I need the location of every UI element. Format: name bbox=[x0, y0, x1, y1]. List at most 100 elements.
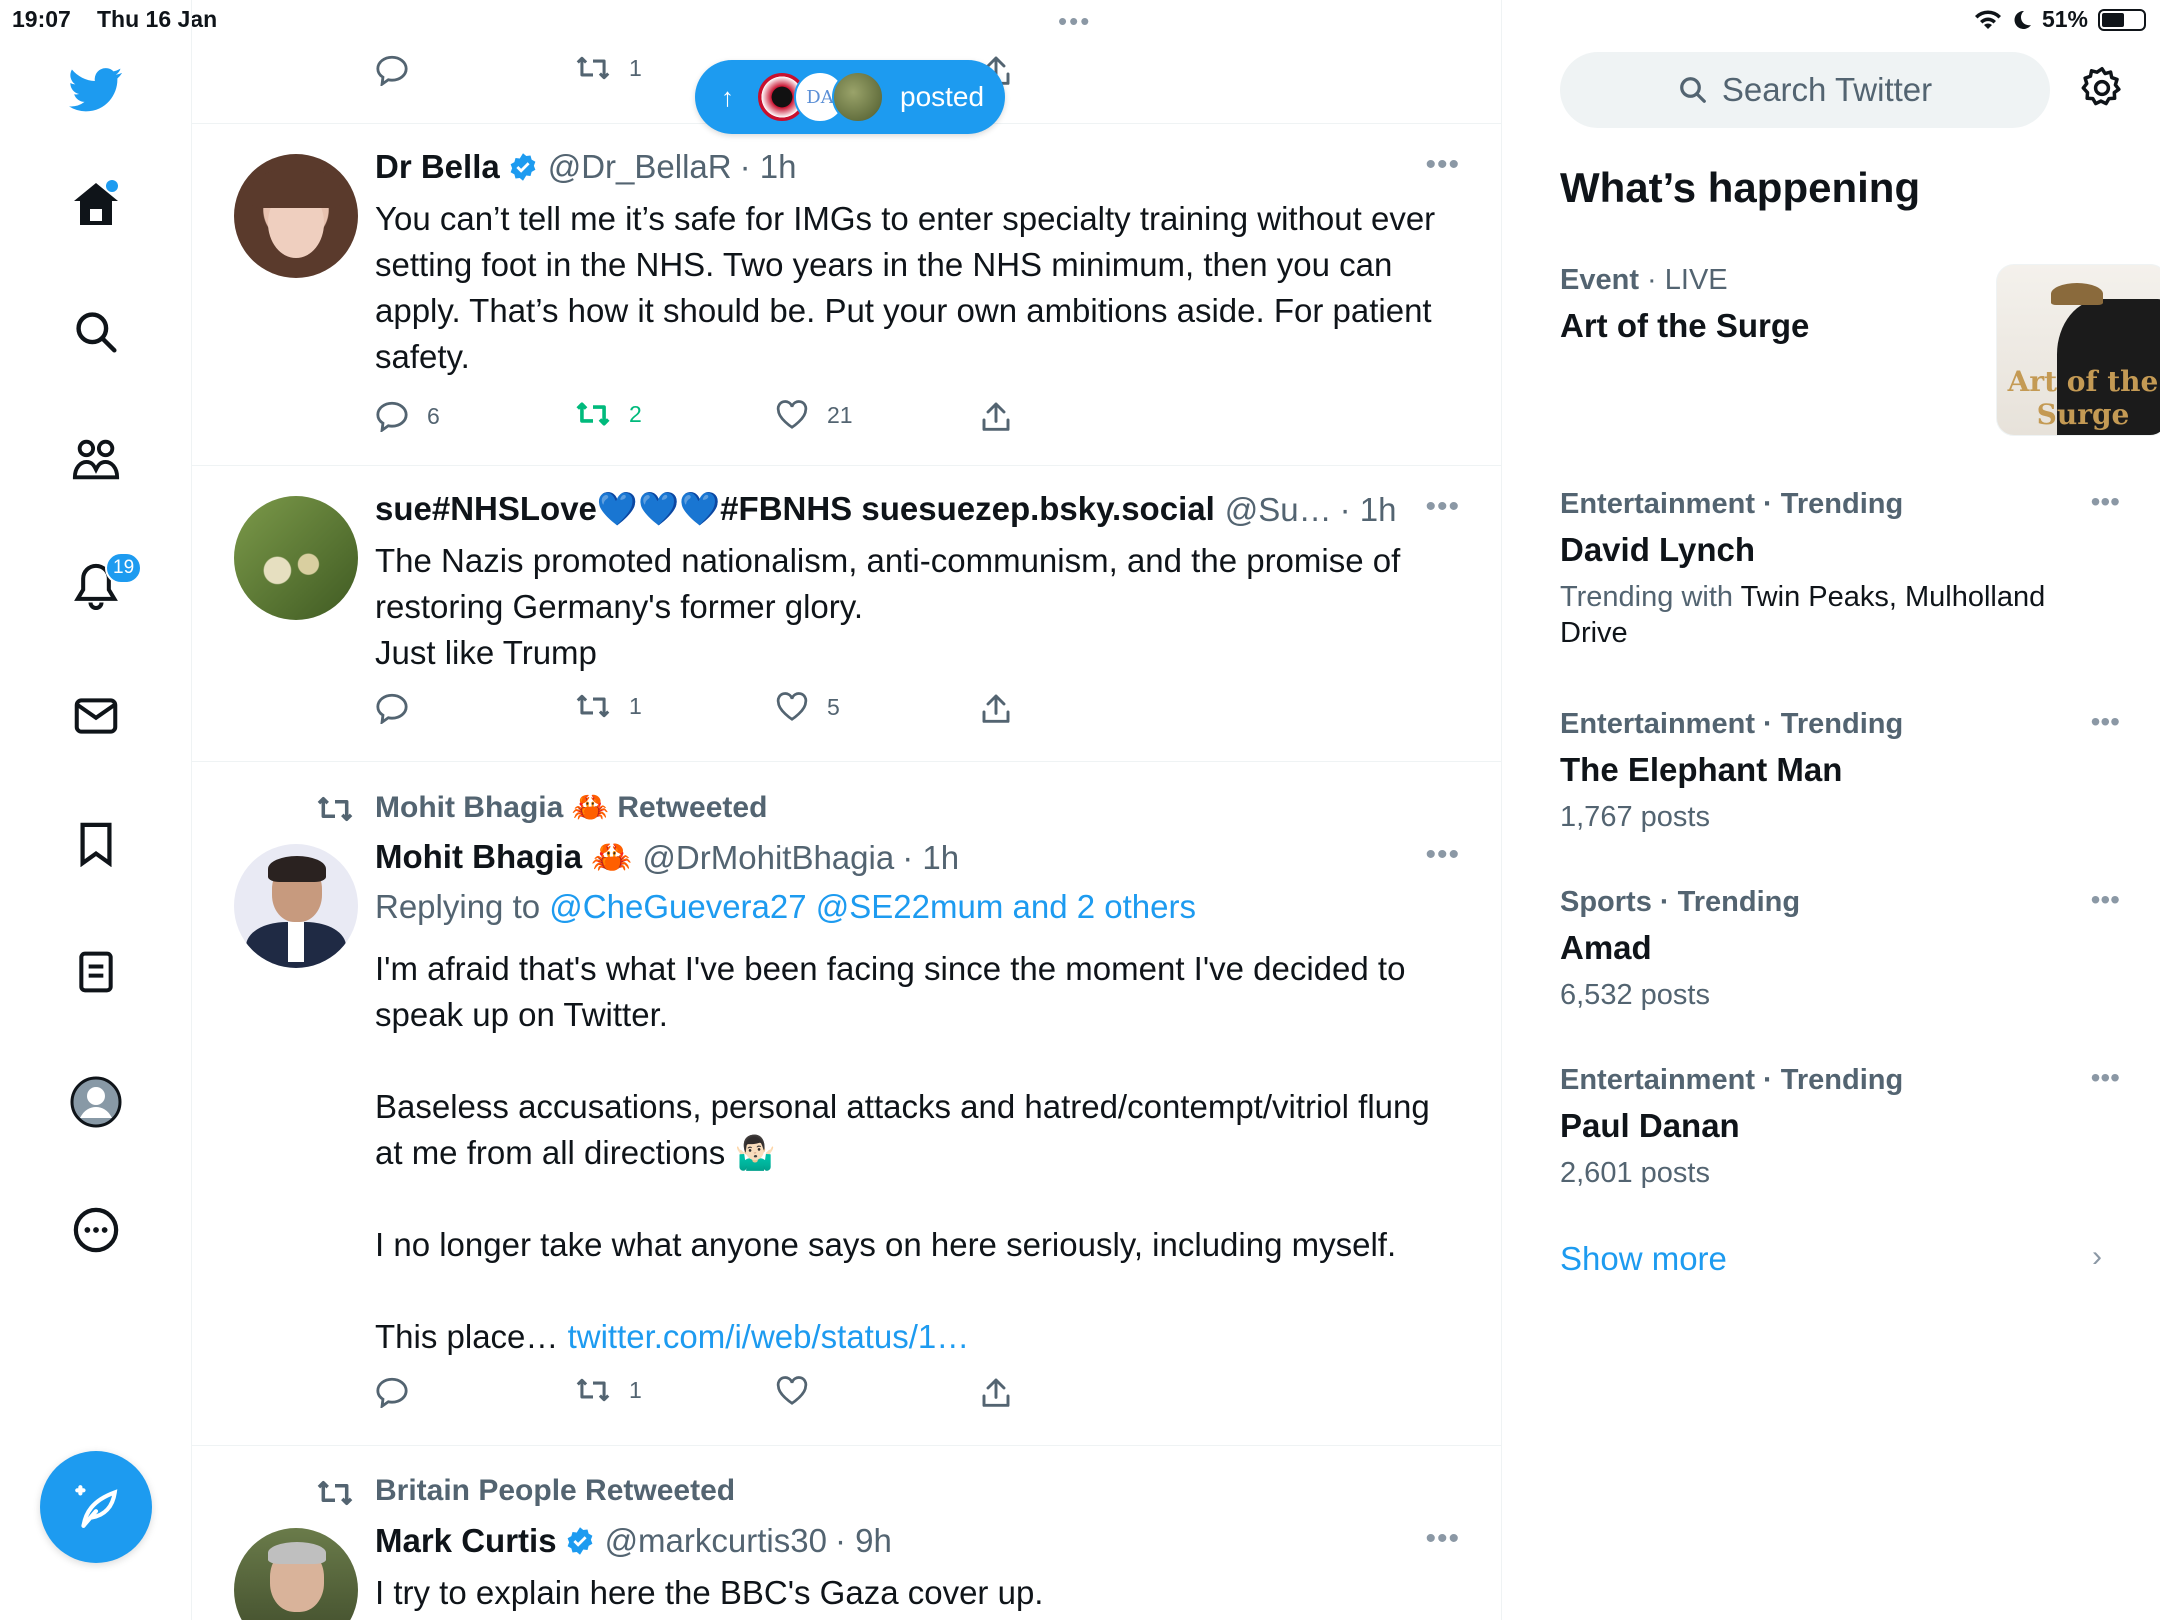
avatar[interactable] bbox=[234, 154, 358, 278]
tweet-header: Mark Curtis @markcurtis30 · 9h bbox=[375, 1522, 892, 1560]
nav-communities[interactable] bbox=[60, 424, 132, 496]
event-image[interactable]: Art of the Surge bbox=[1996, 264, 2160, 436]
like-button[interactable]: 21 bbox=[775, 400, 853, 430]
nav-more[interactable] bbox=[60, 1194, 132, 1266]
more-options-icon[interactable]: ••• bbox=[1425, 490, 1460, 524]
mail-icon bbox=[74, 698, 118, 734]
share-button[interactable] bbox=[981, 400, 1011, 432]
author-handle[interactable]: @markcurtis30 bbox=[605, 1522, 827, 1560]
nav-profile[interactable] bbox=[60, 1066, 132, 1138]
tweet-time[interactable]: · 1h bbox=[740, 148, 797, 186]
reply-button[interactable] bbox=[375, 1376, 409, 1408]
trend-meta: Entertainment · Trending bbox=[1560, 1064, 1904, 1096]
author-handle[interactable]: @Dr_BellaR bbox=[548, 148, 732, 186]
arrow-up-icon: ↑ bbox=[721, 81, 734, 112]
nav-explore[interactable] bbox=[60, 296, 132, 368]
author-handle[interactable]: @DrMohitBhagia bbox=[642, 839, 894, 877]
reply-button[interactable] bbox=[375, 692, 409, 724]
retweet-button[interactable]: 1 bbox=[575, 54, 642, 82]
trend-item[interactable]: Entertainment · Trending ••• The Elephan… bbox=[1560, 706, 2120, 835]
retweet-button[interactable]: 1 bbox=[575, 1376, 642, 1404]
trending-with-prefix: Trending with bbox=[1560, 581, 1734, 613]
tweet-paragraph: Baseless accusations, personal attacks a… bbox=[375, 1088, 1430, 1171]
avatar[interactable] bbox=[234, 496, 358, 620]
bookmark-icon bbox=[80, 822, 112, 867]
more-options-icon[interactable]: ••• bbox=[1425, 148, 1460, 182]
nav-messages[interactable] bbox=[60, 680, 132, 752]
trend-item[interactable]: Sports · Trending ••• Amad 6,532 posts bbox=[1560, 884, 2120, 1013]
trend-meta: Entertainment · Trending bbox=[1560, 488, 1904, 520]
search-icon bbox=[1679, 77, 1706, 103]
retweet-button[interactable]: 1 bbox=[575, 692, 642, 720]
new-posts-pill[interactable]: ↑ DA posted bbox=[695, 60, 1005, 134]
tweet-paragraph-last: This place… twitter.com/i/web/status/1… bbox=[375, 1314, 1455, 1360]
tweet-mark-curtis[interactable]: Britain People Retweeted Mark Curtis @ma… bbox=[192, 1446, 1501, 1620]
like-button[interactable]: 5 bbox=[775, 692, 840, 722]
reply-button[interactable] bbox=[375, 54, 409, 86]
retweeted-by-label[interactable]: Mohit Bhagia 🦀 Retweeted bbox=[375, 790, 767, 825]
retweeted-icon bbox=[317, 1481, 353, 1505]
notifications-badge: 19 bbox=[105, 552, 143, 584]
trend-separator: · bbox=[1638, 264, 1665, 296]
share-icon bbox=[982, 694, 1010, 723]
author-name[interactable]: Mark Curtis bbox=[375, 1522, 557, 1560]
tweet-text-line: Just like Trump bbox=[375, 634, 597, 671]
tweet-time[interactable]: · 1h bbox=[1340, 491, 1397, 529]
nav-lists[interactable] bbox=[60, 936, 132, 1008]
tweet-time[interactable]: · 1h bbox=[902, 839, 959, 877]
avatar[interactable] bbox=[234, 844, 358, 968]
left-nav: 19 bbox=[0, 0, 192, 1620]
tweet-actions: 1 5 bbox=[375, 692, 1075, 732]
tweet-paragraph: I no longer take what anyone says on her… bbox=[375, 1226, 1397, 1263]
tweet-paragraph: I'm afraid that's what I've been facing … bbox=[375, 950, 1406, 1033]
twitter-logo-icon[interactable] bbox=[60, 54, 132, 126]
trend-meta: Entertainment · Trending bbox=[1560, 708, 1904, 740]
avatar[interactable] bbox=[234, 1528, 358, 1620]
nav-bookmarks[interactable] bbox=[60, 808, 132, 880]
share-button[interactable] bbox=[981, 1376, 1011, 1408]
more-circle-icon bbox=[73, 1207, 119, 1253]
search-icon bbox=[76, 312, 117, 353]
reply-icon bbox=[376, 55, 408, 86]
author-handle[interactable]: @Su… bbox=[1225, 491, 1332, 529]
more-options-icon[interactable]: ••• bbox=[1425, 1522, 1460, 1556]
trend-more-icon[interactable]: ••• bbox=[2091, 884, 2120, 916]
tweet-sue[interactable]: sue#NHSLove💙💙💙#FBNHS suesuezep.bsky.soci… bbox=[192, 466, 1501, 762]
nav-home[interactable] bbox=[60, 168, 132, 240]
tweet-mohit-bhagia[interactable]: Mohit Bhagia 🦀 Retweeted Mohit Bhagia 🦀 … bbox=[192, 762, 1501, 1446]
more-options-icon[interactable]: ••• bbox=[1425, 838, 1460, 872]
show-more-link[interactable]: Show more bbox=[1560, 1240, 1727, 1278]
search-box[interactable]: Search Twitter bbox=[1560, 52, 2050, 128]
tweet-link[interactable]: twitter.com/i/web/status/1… bbox=[568, 1318, 970, 1355]
replying-to-users-link[interactable]: @CheGuevera27 @SE22mum and 2 others bbox=[549, 888, 1196, 925]
retweeted-icon bbox=[317, 797, 353, 821]
tweet-header: Mohit Bhagia 🦀 @DrMohitBhagia · 1h bbox=[375, 838, 959, 877]
reply-button[interactable]: 6 bbox=[375, 400, 440, 432]
trend-item[interactable]: Entertainment · Trending ••• Paul Danan … bbox=[1560, 1062, 2120, 1191]
like-button[interactable] bbox=[775, 1376, 809, 1406]
compose-tweet-button[interactable] bbox=[40, 1451, 152, 1563]
chevron-right-icon[interactable]: › bbox=[2092, 1240, 2102, 1274]
nav-notifications[interactable]: 19 bbox=[60, 550, 143, 622]
pill-avatar-3 bbox=[832, 71, 884, 123]
tweet-dr-bella[interactable]: Dr Bella @Dr_BellaR · 1h ••• You can’t t… bbox=[192, 124, 1501, 466]
tweet-time[interactable]: · 9h bbox=[835, 1522, 892, 1560]
author-name[interactable]: Dr Bella bbox=[375, 148, 500, 186]
share-button[interactable] bbox=[981, 692, 1011, 724]
author-name[interactable]: Mohit Bhagia 🦀 bbox=[375, 838, 632, 877]
settings-gear-icon[interactable] bbox=[2080, 66, 2124, 110]
replying-to: Replying to @CheGuevera27 @SE22mum and 2… bbox=[375, 888, 1196, 926]
reply-icon bbox=[376, 693, 408, 724]
trend-event[interactable]: Event · LIVE Art of the Surge Art of the… bbox=[1560, 264, 2160, 440]
retweeted-by-label[interactable]: Britain People Retweeted bbox=[375, 1474, 735, 1508]
trend-more-icon[interactable]: ••• bbox=[2091, 486, 2120, 518]
retweet-button[interactable]: 2 bbox=[575, 400, 642, 428]
author-name[interactable]: sue#NHSLove💙💙💙#FBNHS suesuezep.bsky.soci… bbox=[375, 490, 1215, 529]
verified-badge-icon bbox=[510, 153, 536, 181]
trend-more-icon[interactable]: ••• bbox=[2091, 706, 2120, 738]
retweet-count: 1 bbox=[629, 1376, 642, 1403]
trend-item[interactable]: Entertainment · Trending ••• David Lynch… bbox=[1560, 486, 2120, 651]
tweet-actions: 6 2 21 bbox=[375, 400, 1075, 440]
reply-icon bbox=[376, 1377, 408, 1408]
trend-more-icon[interactable]: ••• bbox=[2091, 1062, 2120, 1094]
